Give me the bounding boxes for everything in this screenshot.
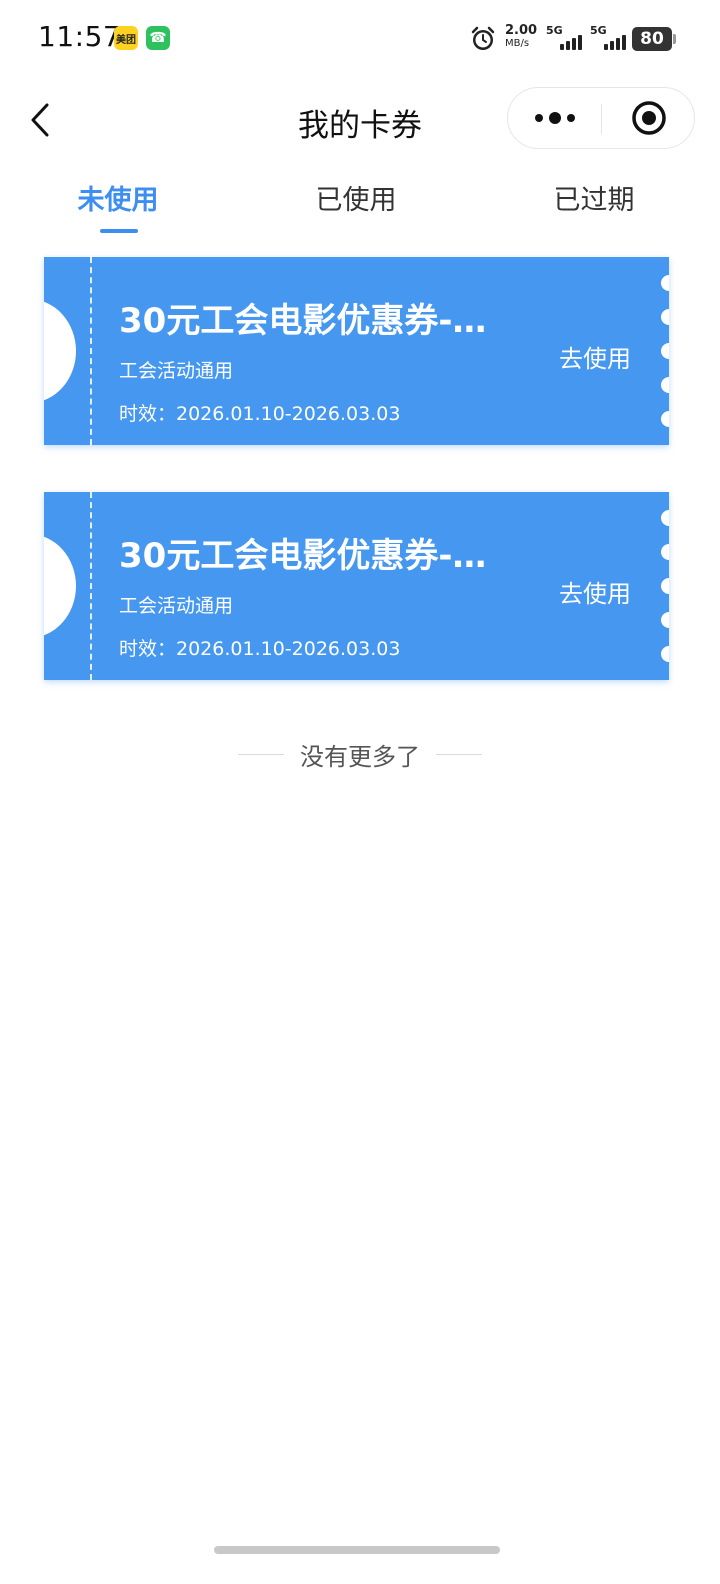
- close-button[interactable]: [602, 88, 695, 148]
- end-of-list: 没有更多了: [0, 736, 720, 772]
- end-of-list-text: 没有更多了: [300, 742, 420, 771]
- alarm-icon: [471, 26, 495, 50]
- status-time: 11:57: [38, 20, 122, 53]
- net-speed: 2.00 MB/s: [505, 24, 541, 50]
- coupon-scope: 工会活动通用: [119, 595, 234, 617]
- coupon-perforation: [90, 257, 92, 445]
- tab-expired[interactable]: 已过期: [494, 178, 694, 217]
- coupon-scope: 工会活动通用: [119, 360, 234, 382]
- signal-bars-icon: [604, 35, 626, 50]
- signal-bars-icon: [560, 35, 582, 50]
- call-app-icon: ☎: [146, 26, 170, 50]
- net-speed-unit: MB/s: [505, 38, 530, 49]
- battery-icon: 80: [632, 27, 676, 51]
- coupon-validity: 时效：2026.01.10-2026.03.03: [119, 403, 401, 425]
- coupon-validity: 时效：2026.01.10-2026.03.03: [119, 638, 401, 660]
- coupon-title: 30元工会电影优惠券-…: [119, 536, 487, 576]
- more-dots-icon: [534, 112, 575, 124]
- active-tab-indicator: [100, 229, 138, 233]
- coupon-scalloped-edge: [661, 510, 669, 670]
- home-indicator[interactable]: [214, 1546, 500, 1554]
- use-coupon-button[interactable]: 去使用: [559, 574, 631, 609]
- tab-unused[interactable]: 未使用: [18, 178, 218, 217]
- meituan-icon: 美团: [114, 26, 138, 50]
- mini-program-capsule: [507, 87, 695, 149]
- target-circle-icon: [631, 101, 666, 135]
- end-divider-right: [436, 753, 482, 755]
- coupon-perforation: [90, 492, 92, 680]
- coupon-notch: [44, 534, 76, 638]
- coupon-status-tabs: 未使用 已使用 已过期: [0, 168, 720, 238]
- coupon-card[interactable]: 30元工会电影优惠券-… 工会活动通用 时效：2026.01.10-2026.0…: [44, 257, 669, 445]
- end-divider-left: [238, 753, 284, 755]
- battery-level: 80: [640, 29, 664, 49]
- coupon-notch: [44, 299, 76, 403]
- tab-used[interactable]: 已使用: [256, 178, 456, 217]
- net-speed-value: 2.00: [505, 23, 538, 38]
- coupon-title: 30元工会电影优惠券-…: [119, 301, 487, 341]
- use-coupon-button[interactable]: 去使用: [559, 339, 631, 374]
- nav-bar: 我的卡券: [0, 80, 720, 160]
- signal-strength-1: 5G: [546, 24, 582, 52]
- coupon-scalloped-edge: [661, 275, 669, 435]
- signal-strength-2: 5G: [590, 24, 626, 52]
- status-bar: 11:57 美团 ☎ 2.00 MB/s 5G 5G 80: [0, 0, 720, 80]
- more-button[interactable]: [508, 88, 601, 148]
- coupon-card[interactable]: 30元工会电影优惠券-… 工会活动通用 时效：2026.01.10-2026.0…: [44, 492, 669, 680]
